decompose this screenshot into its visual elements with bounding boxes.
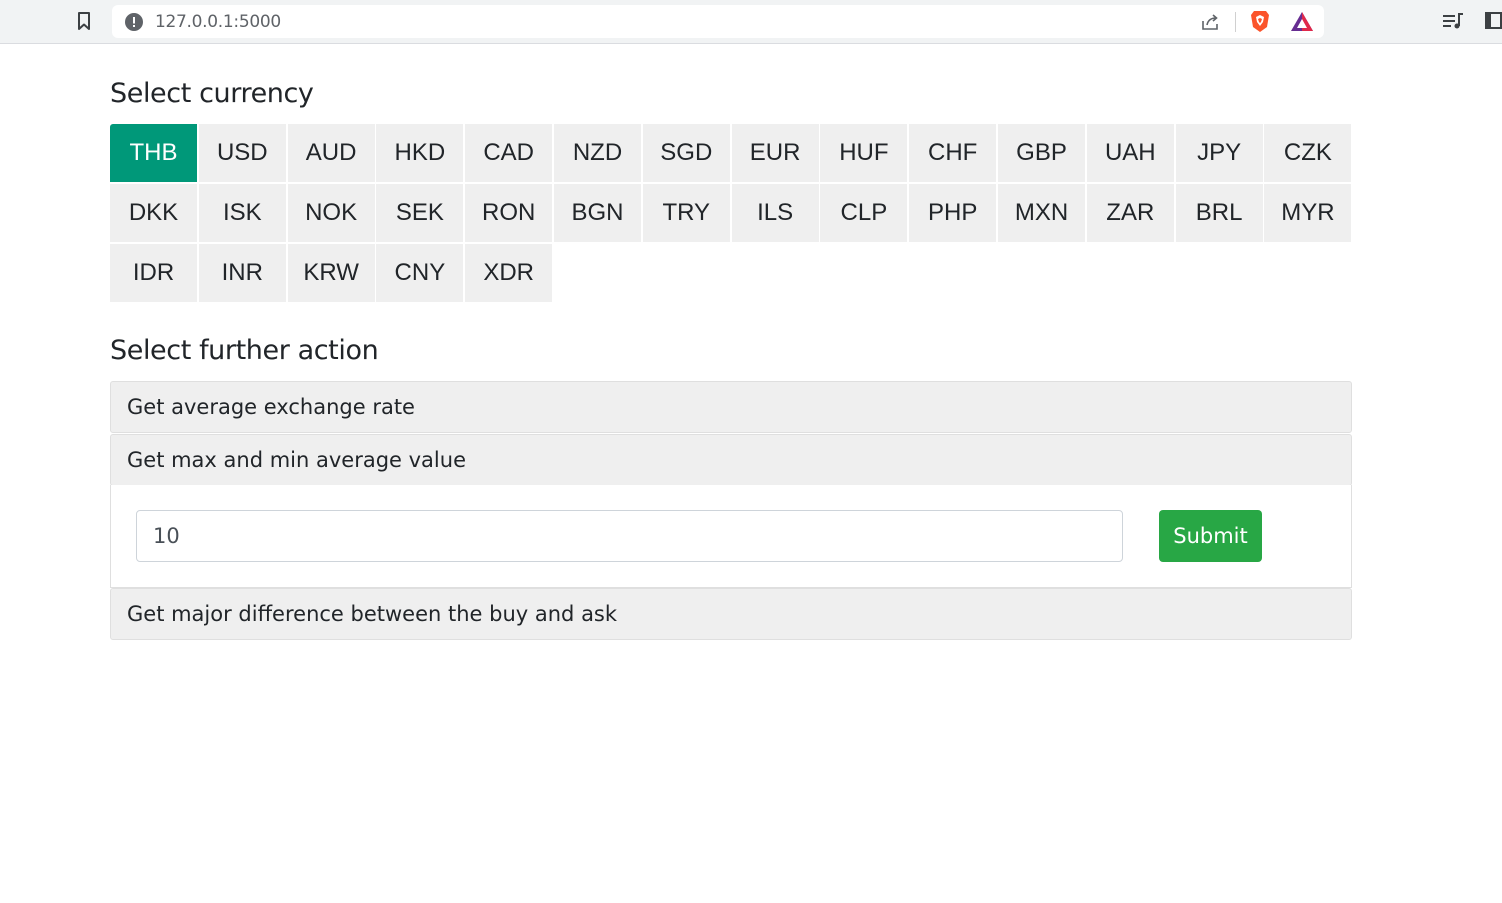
currency-button-ils[interactable]: ILS (731, 184, 819, 242)
currency-button-sgd[interactable]: SGD (642, 124, 730, 182)
submit-button[interactable]: Submit (1159, 510, 1262, 562)
browser-toolbar: 127.0.0.1:5000 (0, 0, 1502, 44)
action-max-min-average[interactable]: Get max and min average value (110, 434, 1352, 486)
currency-button-usd[interactable]: USD (198, 124, 286, 182)
sidebar-icon[interactable] (1485, 12, 1502, 29)
currency-button-ron[interactable]: RON (465, 184, 553, 242)
currency-button-brl[interactable]: BRL (1175, 184, 1263, 242)
currency-button-clp[interactable]: CLP (820, 184, 908, 242)
days-count-input[interactable] (136, 510, 1123, 562)
currency-button-xdr[interactable]: XDR (465, 244, 553, 302)
currency-button-eur[interactable]: EUR (731, 124, 819, 182)
currency-button-jpy[interactable]: JPY (1175, 124, 1263, 182)
playlist-icon[interactable] (1443, 12, 1463, 30)
currency-button-chf[interactable]: CHF (909, 124, 997, 182)
share-icon[interactable] (1200, 12, 1220, 32)
currency-button-try[interactable]: TRY (642, 184, 730, 242)
currency-button-nok[interactable]: NOK (287, 184, 375, 242)
url-separator (1235, 12, 1236, 32)
currency-button-krw[interactable]: KRW (287, 244, 375, 302)
currency-button-php[interactable]: PHP (909, 184, 997, 242)
currency-button-thb[interactable]: THB (110, 124, 197, 182)
currency-button-zar[interactable]: ZAR (1086, 184, 1174, 242)
select-action-heading: Select further action (110, 335, 379, 366)
action-panel-body: Submit (110, 485, 1352, 588)
action-label: Get major difference between the buy and… (127, 602, 618, 626)
url-text[interactable]: 127.0.0.1:5000 (155, 12, 281, 32)
currency-button-huf[interactable]: HUF (820, 124, 908, 182)
currency-button-aud[interactable]: AUD (287, 124, 375, 182)
select-currency-heading: Select currency (110, 78, 314, 109)
currency-button-inr[interactable]: INR (198, 244, 286, 302)
currency-button-cny[interactable]: CNY (376, 244, 464, 302)
currency-button-myr[interactable]: MYR (1264, 184, 1352, 242)
currency-button-dkk[interactable]: DKK (110, 184, 197, 242)
currency-button-czk[interactable]: CZK (1264, 124, 1352, 182)
currency-button-bgn[interactable]: BGN (554, 184, 641, 242)
brave-rewards-icon[interactable] (1290, 11, 1314, 32)
bookmark-icon[interactable] (76, 11, 92, 31)
info-icon[interactable] (125, 13, 143, 31)
currency-button-uah[interactable]: UAH (1086, 124, 1174, 182)
brave-shield-icon[interactable] (1250, 10, 1270, 33)
action-average-rate[interactable]: Get average exchange rate (110, 381, 1352, 433)
currency-button-isk[interactable]: ISK (198, 184, 286, 242)
currency-button-gbp[interactable]: GBP (998, 124, 1085, 182)
action-major-buy-ask-difference[interactable]: Get major difference between the buy and… (110, 588, 1352, 640)
currency-button-sek[interactable]: SEK (376, 184, 464, 242)
action-label: Get average exchange rate (127, 395, 415, 419)
currency-button-nzd[interactable]: NZD (554, 124, 641, 182)
currency-button-idr[interactable]: IDR (110, 244, 197, 302)
currency-button-hkd[interactable]: HKD (376, 124, 464, 182)
currency-button-cad[interactable]: CAD (465, 124, 553, 182)
currency-button-mxn[interactable]: MXN (998, 184, 1085, 242)
action-label: Get max and min average value (127, 448, 466, 472)
address-bar[interactable]: 127.0.0.1:5000 (112, 5, 1324, 38)
